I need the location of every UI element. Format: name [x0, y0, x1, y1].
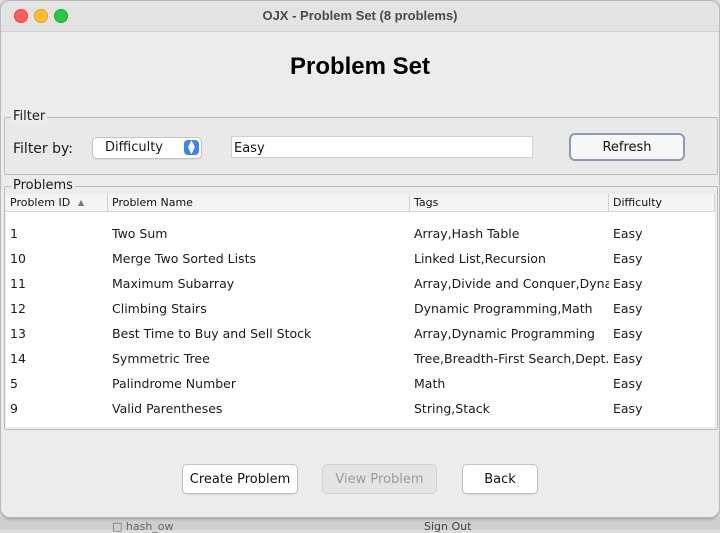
cell-tags: Dynamic Programming,Math	[414, 301, 593, 316]
cell-difficulty: Easy	[613, 351, 643, 366]
sort-ascending-icon: ▲	[78, 198, 85, 207]
filter-panel: Filter Filter by: Difficulty ▲▼ Refresh	[4, 109, 718, 175]
background-window-text: □ hash_ow	[112, 520, 174, 533]
cell-problem-id: 14	[10, 351, 26, 366]
cell-difficulty: Easy	[613, 226, 643, 241]
cell-problem-name: Symmetric Tree	[112, 351, 210, 366]
cell-problem-id: 1	[10, 226, 18, 241]
table-row[interactable]: 9 Valid Parentheses String,Stack Easy	[6, 396, 715, 421]
cell-difficulty: Easy	[613, 276, 643, 291]
table-row[interactable]: 13 Best Time to Buy and Sell Stock Array…	[6, 321, 715, 346]
cell-difficulty: Easy	[613, 326, 643, 341]
table-row[interactable]: 5 Palindrome Number Math Easy	[6, 371, 715, 396]
filter-value-input[interactable]	[231, 136, 533, 158]
cell-problem-id: 11	[10, 276, 26, 291]
cell-problem-name: Best Time to Buy and Sell Stock	[112, 326, 312, 341]
cell-difficulty: Easy	[613, 401, 643, 416]
cell-problem-id: 12	[10, 301, 26, 316]
table-row[interactable]: 1 Two Sum Array,Hash Table Easy	[6, 221, 715, 246]
column-header-problem-name[interactable]: Problem Name	[108, 194, 410, 211]
cell-difficulty: Easy	[613, 376, 643, 391]
background-window-sign-out: Sign Out	[424, 520, 472, 533]
cell-tags: Linked List,Recursion	[414, 251, 546, 266]
chevron-up-down-icon: ▲ ▼	[184, 140, 199, 156]
refresh-button[interactable]: Refresh	[569, 133, 685, 161]
problems-legend: Problems	[11, 178, 75, 194]
problem-set-window: OJX - Problem Set (8 problems) Problem S…	[0, 0, 720, 518]
column-header-tags[interactable]: Tags	[410, 194, 609, 211]
table-row[interactable]: 14 Symmetric Tree Tree,Breadth-First Sea…	[6, 346, 715, 371]
cell-tags: String,Stack	[414, 401, 490, 416]
problems-panel: Problems Problem ID ▲ Problem Name Tags …	[4, 178, 718, 430]
cell-tags: Math	[414, 376, 446, 391]
window-title: OJX - Problem Set (8 problems)	[262, 8, 458, 23]
cell-problem-name: Merge Two Sorted Lists	[112, 251, 256, 266]
cell-tags: Tree,Breadth-First Search,Dept...	[414, 351, 609, 366]
page-title: Problem Set	[289, 53, 431, 80]
filter-type-select[interactable]: Difficulty ▲ ▼	[92, 137, 202, 159]
cell-problem-id: 13	[10, 326, 26, 341]
view-problem-button[interactable]: View Problem	[322, 464, 437, 494]
cell-tags: Array,Hash Table	[414, 226, 520, 241]
table-row[interactable]: 12 Climbing Stairs Dynamic Programming,M…	[6, 296, 715, 321]
cell-tags: Array,Dynamic Programming	[414, 326, 595, 341]
back-button[interactable]: Back	[462, 464, 538, 494]
create-problem-button[interactable]: Create Problem	[182, 464, 298, 494]
cell-problem-name: Maximum Subarray	[112, 276, 235, 291]
cell-problem-id: 5	[10, 376, 18, 391]
table-header: Problem ID ▲ Problem Name Tags Difficult…	[6, 194, 715, 212]
problems-table: Problem ID ▲ Problem Name Tags Difficult…	[6, 194, 715, 427]
cell-problem-id: 10	[10, 251, 26, 266]
filter-legend: Filter	[11, 109, 48, 125]
cell-problem-name: Palindrome Number	[112, 376, 237, 391]
cell-problem-id: 9	[10, 401, 18, 416]
column-header-problem-id[interactable]: Problem ID ▲	[6, 194, 108, 211]
cell-problem-name: Climbing Stairs	[112, 301, 207, 316]
background-window: □ hash_ow Sign Out	[0, 518, 720, 533]
table-row[interactable]: 10 Merge Two Sorted Lists Linked List,Re…	[6, 246, 715, 271]
filter-type-value: Difficulty	[105, 140, 163, 155]
cell-difficulty: Easy	[613, 251, 643, 266]
cell-problem-name: Valid Parentheses	[112, 401, 223, 416]
table-row[interactable]: 11 Maximum Subarray Array,Divide and Con…	[6, 271, 715, 296]
cell-problem-name: Two Sum	[112, 226, 168, 241]
filter-by-label: Filter by:	[13, 141, 73, 157]
title-bar: OJX - Problem Set (8 problems)	[1, 1, 719, 32]
cell-difficulty: Easy	[613, 301, 643, 316]
column-header-difficulty[interactable]: Difficulty	[609, 194, 715, 211]
cell-tags: Array,Divide and Conquer,Dyna...	[414, 276, 609, 291]
